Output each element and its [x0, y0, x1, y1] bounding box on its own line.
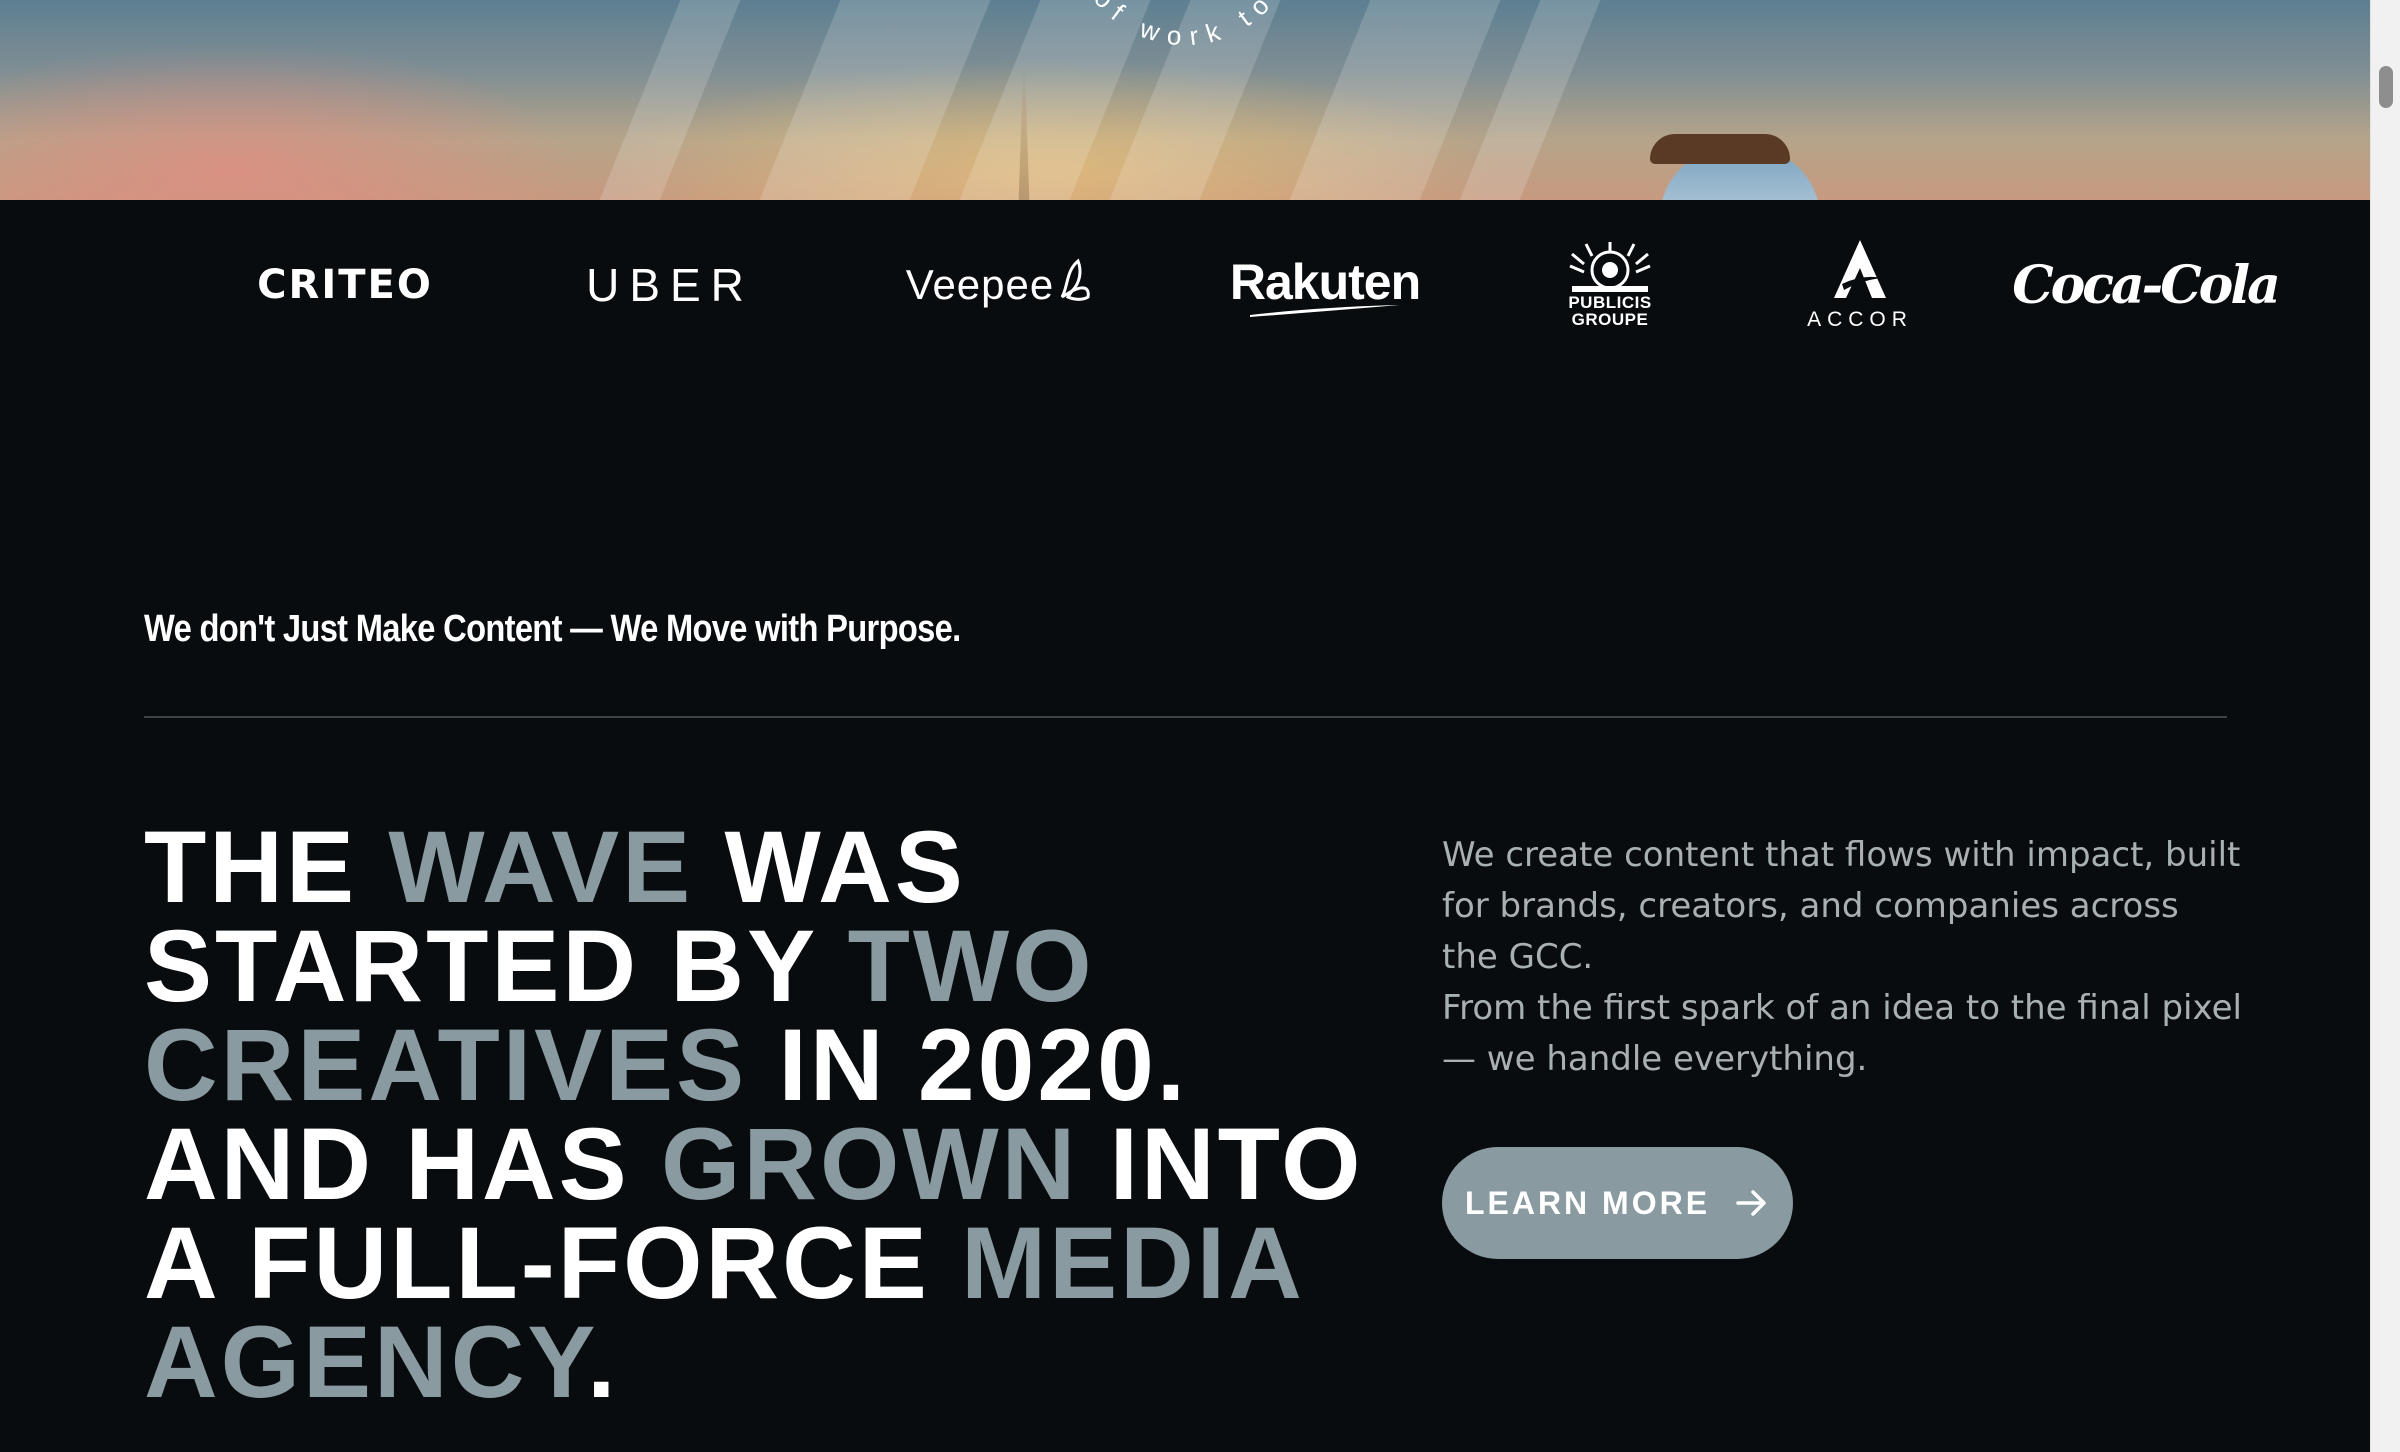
about-description: We create content that flows with impact…	[1442, 830, 2242, 1085]
highlight-word: creatives	[144, 1008, 748, 1122]
logo-rakuten: Rakuten	[1225, 200, 1425, 370]
logo-uber: UBER	[586, 259, 754, 311]
section-divider	[144, 716, 2227, 718]
headline-line: creatives in 2020.	[144, 1008, 1189, 1122]
learn-more-button[interactable]: Learn More	[1442, 1147, 1793, 1259]
description-paragraph: From the first spark of an idea to the f…	[1442, 988, 2242, 1079]
logo-criteo: CRITEO	[257, 262, 433, 308]
highlight-word: grown	[661, 1107, 1079, 1221]
headline: The wave was started by two creatives in…	[144, 810, 1364, 1419]
client-logos-row: CRITEO UBER Veepee Rakuten PUBLICIS GROU…	[0, 200, 2370, 370]
logo-accor: ACCOR	[1790, 200, 1930, 370]
page: of work to CRITEO UBER Veepee Rakuten PU…	[0, 0, 2370, 1452]
logo-veepee: Veepee	[900, 200, 1100, 370]
circle-badge-text: of work to	[1088, 0, 1282, 51]
butterfly-icon	[1060, 258, 1090, 301]
logo-coca-cola: Coca-Cola	[2012, 254, 2281, 316]
highlight-word: agency	[144, 1305, 588, 1419]
headline-line: And has grown into	[144, 1107, 1364, 1221]
logo-publicis-groupe: PUBLICIS GROUPE	[1545, 200, 1675, 370]
description-paragraph: We create content that flows with impact…	[1442, 835, 2241, 977]
vertical-scrollbar[interactable]	[2370, 0, 2400, 1452]
learn-more-label: Learn More	[1464, 1184, 1711, 1221]
circular-scroll-badge: of work to	[1088, 0, 1282, 51]
accor-a-icon	[1834, 240, 1886, 298]
highlight-word: wave	[388, 810, 694, 924]
lion-crest-icon	[1569, 242, 1651, 292]
headline-line: a full-force media	[144, 1206, 1305, 1320]
headline-line: agency.	[144, 1305, 619, 1419]
rakuten-swoosh	[1250, 305, 1400, 317]
highlight-word: two	[847, 909, 1095, 1023]
scrollbar-thumb[interactable]	[2379, 66, 2393, 108]
headline-line: The wave was	[144, 810, 966, 924]
highlight-word: media	[961, 1206, 1305, 1320]
arrow-right-icon	[1736, 1190, 1766, 1216]
tagline: We don't Just Make Content — We Move wit…	[144, 608, 961, 650]
headline-line: started by two	[144, 909, 1095, 1023]
hero-image: of work to	[0, 0, 2370, 200]
